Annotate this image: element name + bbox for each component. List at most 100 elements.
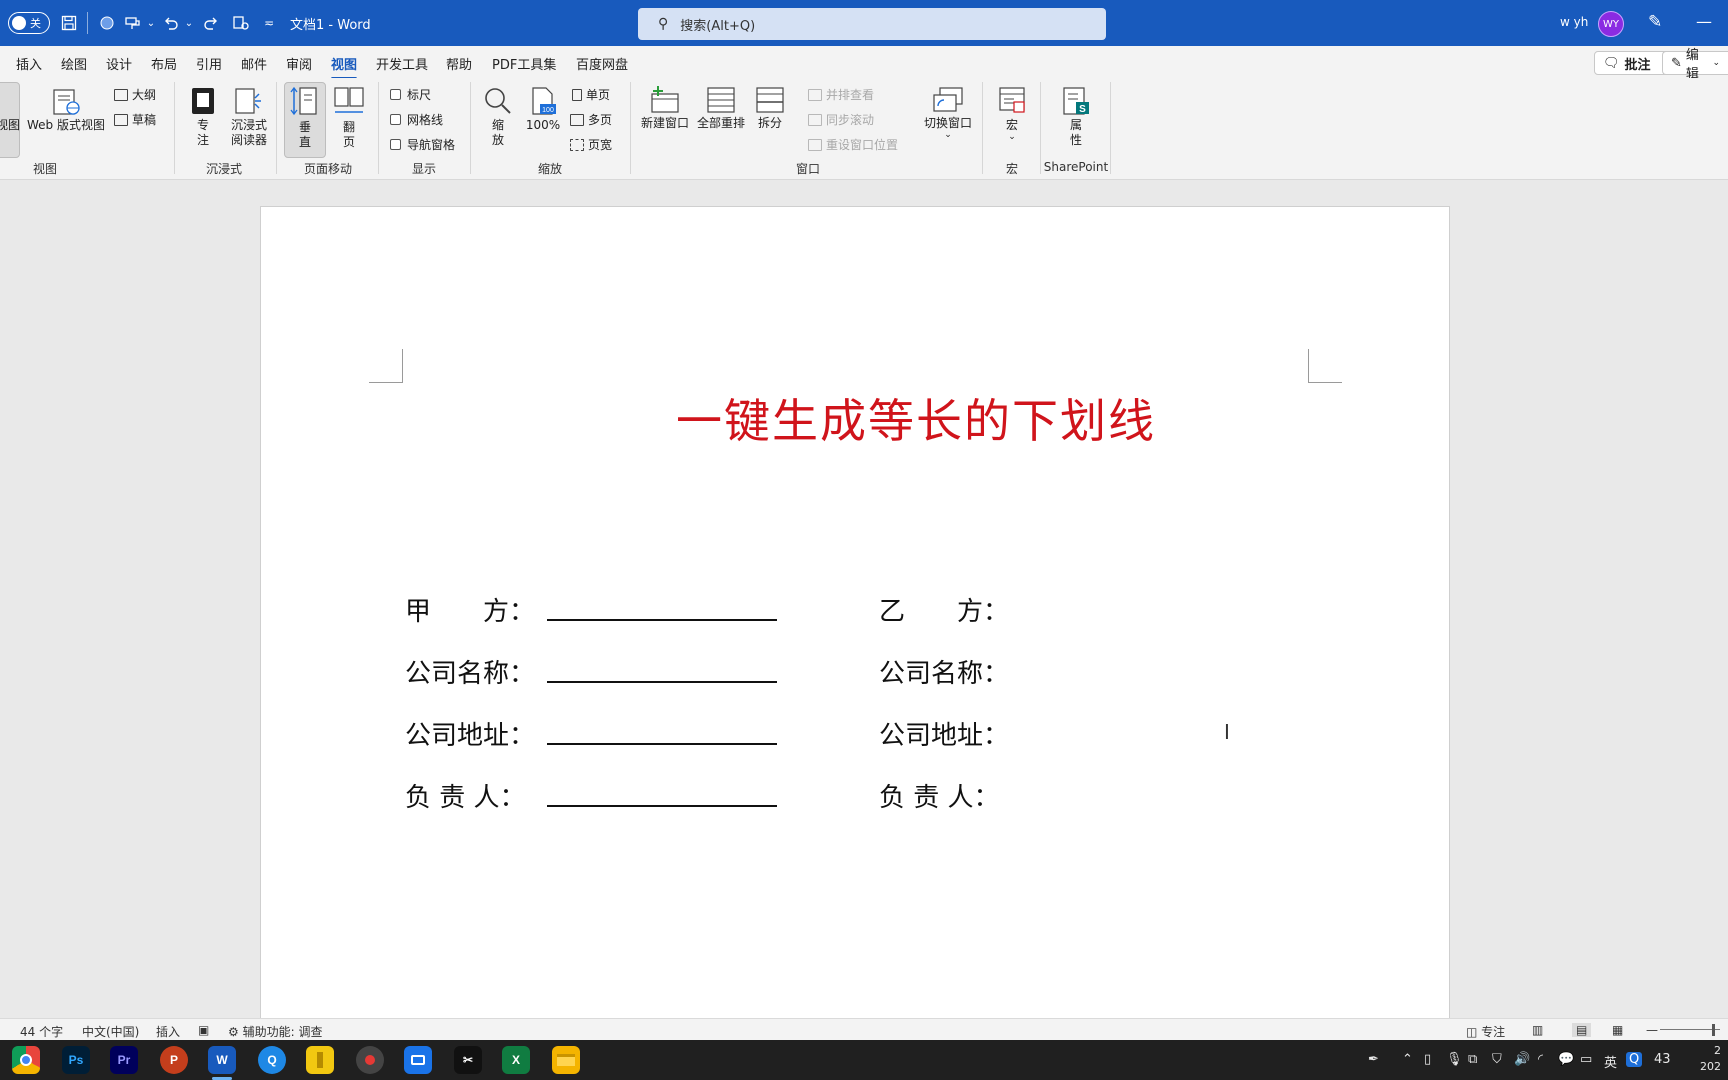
tab-review[interactable]: 审阅 [286, 54, 312, 73]
ruler-checkbox[interactable]: 标尺 [390, 86, 431, 103]
document-page[interactable]: 一键生成等长的下划线 甲 方： 公司名称： 公司地址： 负 责 人： 乙 方： … [260, 206, 1450, 1036]
powerpoint-app-icon[interactable]: P [160, 1046, 188, 1074]
power-bi-app-icon[interactable] [306, 1046, 334, 1074]
zoom-100-button[interactable]: 100 100% [522, 86, 564, 133]
focus-mode-button[interactable]: ◫ 专注 [1466, 1023, 1505, 1040]
document-canvas[interactable]: 一键生成等长的下划线 甲 方： 公司名称： 公司地址： 负 责 人： 乙 方： … [0, 180, 1728, 1036]
record-icon[interactable] [96, 12, 118, 34]
draft-button[interactable]: 草稿 [114, 111, 156, 128]
clock-time[interactable]: 2 [1714, 1044, 1721, 1057]
tab-insert[interactable]: 插入 [16, 54, 42, 73]
minimize-icon[interactable]: — [1696, 12, 1712, 31]
word-count[interactable]: 44 个字 [20, 1023, 63, 1040]
battery-icon[interactable]: ▭ [1580, 1052, 1592, 1067]
vertical-button[interactable]: 垂 直 [286, 86, 324, 150]
tab-references[interactable]: 引用 [196, 54, 222, 73]
screen-recorder-app-icon[interactable] [356, 1046, 384, 1074]
multiple-pages-button[interactable]: 多页 [570, 111, 612, 128]
excel-app-icon[interactable]: X [502, 1046, 530, 1074]
chevron-down-icon[interactable]: ⌄ [140, 12, 162, 34]
side-to-side-button[interactable]: 翻 页 [330, 86, 368, 150]
macro-record-icon[interactable]: ▣ [198, 1023, 209, 1037]
network-icon[interactable]: ◜ [1538, 1052, 1543, 1067]
read-mode-icon[interactable]: ▥ [1532, 1023, 1543, 1037]
zoom-button[interactable]: 缩 放 [480, 86, 516, 148]
reset-window-position-button[interactable]: 重设窗口位置 [808, 136, 898, 153]
document-heading[interactable]: 一键生成等长的下划线 [261, 385, 1451, 451]
save-icon[interactable] [58, 12, 80, 34]
clock-date[interactable]: 202 [1700, 1060, 1721, 1073]
customize-toolbar-icon[interactable]: ≂ [258, 12, 280, 34]
tab-developer[interactable]: 开发工具 [376, 54, 428, 73]
wechat-icon[interactable]: 💬 [1558, 1052, 1574, 1067]
view-side-by-side-button[interactable]: 并排查看 [808, 86, 874, 103]
screen-capture-icon[interactable]: ⧉ [1468, 1052, 1477, 1067]
qq-browser-tray-icon[interactable]: Q [1626, 1052, 1643, 1067]
navigation-pane-checkbox[interactable]: 导航窗格 [390, 136, 455, 153]
touch-mode-icon[interactable] [230, 12, 252, 34]
properties-button[interactable]: S 属 性 [1054, 86, 1098, 148]
search-box[interactable]: ⚲ 搜索(Alt+Q) [638, 8, 1106, 40]
outline-button[interactable]: 大纲 [114, 86, 156, 103]
file-explorer-app-icon[interactable] [552, 1046, 580, 1074]
zoom-slider-thumb[interactable] [1712, 1024, 1715, 1036]
macros-button[interactable]: 宏 ⌄ [992, 86, 1032, 142]
avatar[interactable]: WY [1598, 11, 1624, 37]
browser-app-icon[interactable]: Q [258, 1046, 286, 1074]
gridlines-checkbox[interactable]: 网格线 [390, 111, 443, 128]
photoshop-app-icon[interactable]: Ps [62, 1046, 90, 1074]
split-button[interactable]: 拆分 [752, 86, 788, 131]
immersive-reader-button[interactable]: 沉浸式 阅读器 [226, 86, 272, 148]
redo-icon[interactable] [200, 12, 222, 34]
arrange-all-button[interactable]: 全部重排 [694, 86, 748, 131]
one-page-button[interactable]: 单页 [572, 86, 610, 103]
tab-baidu-netdisk[interactable]: 百度网盘 [576, 54, 628, 73]
web-layout-icon[interactable]: ▦ [1612, 1023, 1623, 1037]
security-shield-icon[interactable]: ⛉ [1492, 1052, 1502, 1067]
show-hidden-icons-icon[interactable]: ⌃ [1402, 1052, 1413, 1067]
tab-layout[interactable]: 布局 [151, 54, 177, 73]
company-name-label-left[interactable]: 公司名称： [405, 653, 535, 690]
autosave-toggle[interactable]: 关 [8, 12, 50, 34]
tab-pdf-tools[interactable]: PDF工具集 [492, 54, 556, 73]
accessibility-status[interactable]: ⚙ 辅助功能: 调查 [228, 1023, 322, 1040]
microphone-icon[interactable]: 🎙 [1446, 1052, 1463, 1067]
ime-indicator[interactable]: 英 [1604, 1052, 1617, 1071]
print-layout-icon[interactable]: ▤ [1572, 1023, 1592, 1037]
synchronous-scrolling-button[interactable]: 同步滚动 [808, 111, 874, 128]
notification-count[interactable]: 43 [1654, 1052, 1671, 1067]
zoom-out-icon[interactable]: — [1646, 1023, 1658, 1037]
company-name-label-right[interactable]: 公司名称： [879, 653, 1009, 690]
switch-windows-button[interactable]: 切换窗口 ⌄ [920, 86, 976, 140]
person-in-charge-label-left[interactable]: 负 责 人： [405, 777, 526, 814]
zoom-slider[interactable] [1660, 1029, 1720, 1030]
company-address-label-left[interactable]: 公司地址： [405, 715, 535, 752]
tab-mailings[interactable]: 邮件 [241, 54, 267, 73]
meeting-app-icon[interactable] [404, 1046, 432, 1074]
party-a-label[interactable]: 甲 方： [405, 591, 535, 628]
designer-pen-icon[interactable]: ✎ [1648, 12, 1662, 32]
insert-mode[interactable]: 插入 [156, 1023, 180, 1040]
tab-draw[interactable]: 绘图 [61, 54, 87, 73]
person-in-charge-label-right[interactable]: 负 责 人： [879, 777, 1000, 814]
focus-button[interactable]: 专 注 [186, 86, 220, 148]
chrome-app-icon[interactable] [12, 1046, 40, 1074]
device-icon[interactable]: ▯ [1424, 1052, 1431, 1067]
editing-button[interactable]: ✎ 编辑 ⌄ [1662, 48, 1728, 82]
page-width-button[interactable]: 页宽 [570, 136, 612, 153]
party-b-label[interactable]: 乙 方： [879, 591, 1009, 628]
volume-icon[interactable]: 🔊 [1514, 1052, 1530, 1067]
tab-design[interactable]: 设计 [106, 54, 132, 73]
word-app-icon[interactable]: W [208, 1046, 236, 1074]
premiere-app-icon[interactable]: Pr [110, 1046, 138, 1074]
pen-icon[interactable]: ✒ [1368, 1052, 1379, 1067]
chevron-down-icon[interactable]: ⌄ [178, 12, 200, 34]
tab-help[interactable]: 帮助 [446, 54, 472, 73]
capcut-app-icon[interactable]: ✂ [454, 1046, 482, 1074]
tab-view[interactable]: 视图 [331, 54, 358, 80]
new-window-button[interactable]: 新建窗口 [638, 86, 692, 131]
user-name[interactable]: w yh [1560, 15, 1588, 29]
company-address-label-right[interactable]: 公司地址： [879, 715, 1009, 752]
web-layout-button[interactable]: Web 版式视图 [24, 88, 108, 133]
language-indicator[interactable]: 中文(中国) [82, 1023, 139, 1040]
